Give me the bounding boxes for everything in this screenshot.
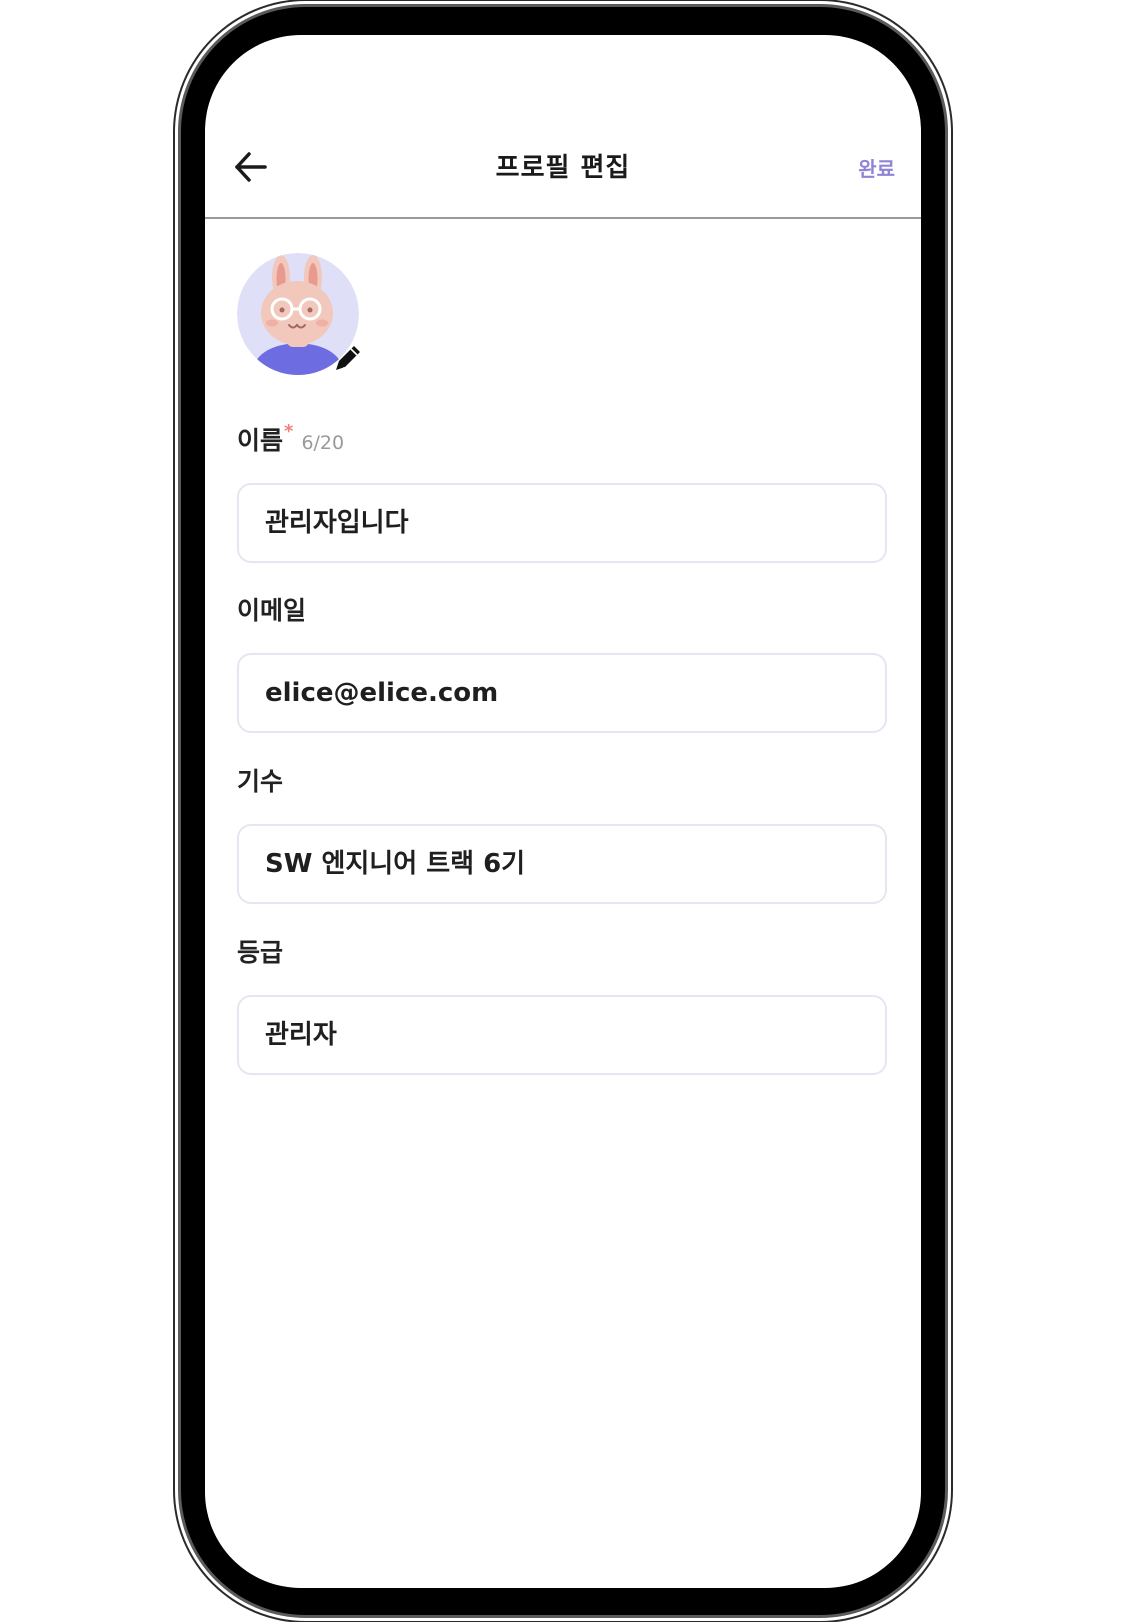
grade-label: 등급	[237, 938, 284, 967]
pencil-icon[interactable]	[331, 341, 365, 375]
app-screen: 프로필 편집 완료 이름*6/20 관리자입니다 이메일 elice@elice…	[205, 35, 921, 1588]
email-label: 이메일	[237, 596, 307, 625]
cohort-label: 기수	[237, 767, 284, 796]
cohort-field[interactable]: SW 엔지니어 트랙 6기	[237, 824, 887, 904]
top-app-bar: 프로필 편집 완료	[205, 35, 921, 219]
done-button[interactable]: 완료	[858, 153, 895, 182]
name-field[interactable]: 관리자입니다	[237, 483, 887, 563]
page-title: 프로필 편집	[495, 153, 631, 183]
name-char-counter: 6/20	[301, 432, 345, 454]
name-label: 이름	[237, 426, 284, 455]
email-field[interactable]: elice@elice.com	[237, 653, 887, 733]
profile-image-section[interactable]	[237, 253, 365, 381]
name-label-row: 이름* 6/20	[237, 421, 344, 457]
required-mark: *	[284, 421, 294, 442]
grade-field[interactable]: 관리자	[237, 995, 887, 1075]
